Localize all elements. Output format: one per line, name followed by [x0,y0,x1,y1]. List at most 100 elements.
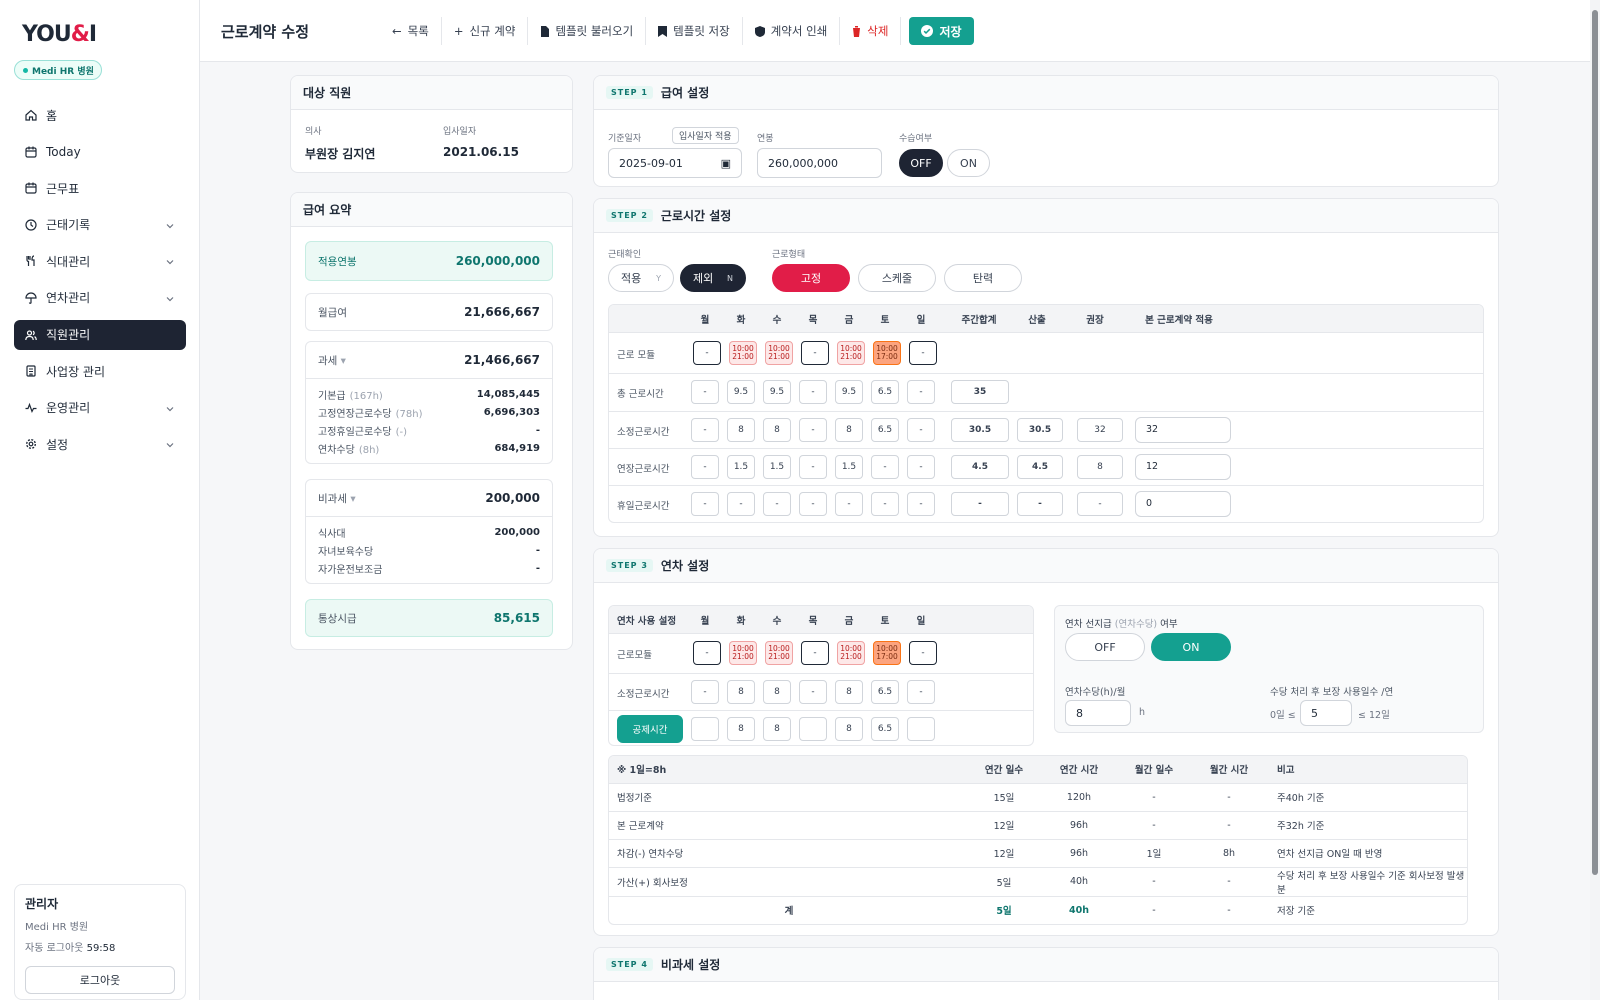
time-cell[interactable]: - [907,417,935,442]
time-cell[interactable]: - [799,454,827,479]
time-cell[interactable]: - [801,340,829,365]
leave-hours-input[interactable]: 8 [1065,700,1131,726]
work-type-fixed[interactable]: 고정 [772,264,850,292]
time-cell[interactable]: 9.5 [835,379,863,404]
time-cell[interactable]: 8 [727,716,755,741]
sidebar-item-5[interactable]: 연차관리 [14,283,186,313]
time-cell[interactable] [907,716,935,741]
time-cell[interactable]: - [907,379,935,404]
time-cell[interactable]: - [799,679,827,704]
time-cell[interactable]: 8 [727,679,755,704]
applied-hours-input[interactable]: 0 [1135,490,1231,517]
time-cell[interactable]: 10:00 21:00 [837,340,865,365]
time-cell[interactable]: - [799,379,827,404]
delete-button[interactable]: 삭제 [840,17,902,45]
time-cell[interactable]: 10:00 17:00 [873,641,901,665]
sidebar-item-7[interactable]: 사업장 관리 [14,356,186,386]
time-cell[interactable]: - [835,491,863,516]
time-cell[interactable]: 1.5 [835,454,863,479]
time-cell[interactable]: 30.5 [951,417,1009,442]
time-cell[interactable] [799,716,827,741]
time-cell[interactable]: 8 [763,716,791,741]
time-cell[interactable]: - [691,417,719,442]
time-cell[interactable]: 32 [1077,417,1123,442]
work-type-flexible[interactable]: 탄력 [944,264,1022,292]
time-cell[interactable]: 6.5 [871,679,899,704]
sidebar-item-6[interactable]: 직원관리 [14,319,186,350]
time-cell[interactable]: - [693,340,721,365]
time-cell[interactable]: - [909,641,937,665]
time-cell[interactable]: - [1077,491,1123,516]
time-cell[interactable]: 6.5 [871,716,899,741]
app-logo[interactable]: YOU&I [22,22,97,47]
time-cell[interactable]: 4.5 [1017,454,1063,479]
time-cell[interactable]: 30.5 [1017,417,1063,442]
save-button[interactable]: 저장 [909,17,974,45]
time-cell[interactable]: 10:00 21:00 [729,340,757,365]
time-cell[interactable]: - [799,491,827,516]
time-cell[interactable]: - [907,491,935,516]
sidebar-item-8[interactable]: 운영관리 [14,393,186,423]
apply-hire-date-button[interactable]: 입사일자 적용 [672,127,739,144]
time-cell[interactable]: - [693,641,721,665]
sidebar-item-9[interactable]: 설정 [14,429,186,459]
time-cell[interactable]: 10:00 21:00 [729,641,757,665]
time-cell[interactable]: 9.5 [763,379,791,404]
time-cell[interactable]: 1.5 [727,454,755,479]
time-cell[interactable]: 8 [835,417,863,442]
time-cell[interactable]: - [801,641,829,665]
time-cell[interactable]: 8 [835,716,863,741]
time-cell[interactable]: 1.5 [763,454,791,479]
time-cell[interactable]: 10:00 17:00 [873,340,901,365]
work-type-schedule[interactable]: 스케줄 [858,264,936,292]
sidebar-item-2[interactable]: 근무표 [14,173,186,203]
time-cell[interactable]: - [871,454,899,479]
time-cell[interactable]: 10:00 21:00 [765,340,793,365]
time-cell[interactable]: - [691,679,719,704]
sidebar-item-3[interactable]: 근태기록 [14,210,186,240]
new-contract-button[interactable]: + 신규 계약 [442,17,529,45]
time-cell[interactable]: 6.5 [871,379,899,404]
time-cell[interactable]: 8 [1077,454,1123,479]
attendance-exclude-toggle[interactable]: 제외 N [680,264,746,292]
advance-off-toggle[interactable]: OFF [1065,633,1145,661]
time-cell[interactable]: 8 [763,417,791,442]
time-cell[interactable]: - [907,454,935,479]
time-cell[interactable]: - [763,491,791,516]
applied-hours-input[interactable]: 32 [1135,416,1231,443]
time-cell[interactable]: - [907,679,935,704]
advance-on-toggle[interactable]: ON [1151,633,1231,661]
time-cell[interactable]: 8 [835,679,863,704]
list-button[interactable]: ← 목록 [380,17,442,45]
time-cell[interactable]: 8 [727,417,755,442]
salary-input[interactable]: 260,000,000 [757,148,882,178]
sidebar-item-0[interactable]: 홈 [14,100,186,130]
time-cell[interactable]: 8 [763,679,791,704]
time-cell[interactable]: - [799,417,827,442]
applied-hours-input[interactable]: 12 [1135,453,1231,480]
time-cell[interactable]: - [727,491,755,516]
deduct-time-button[interactable]: 공제시간 [617,714,683,743]
attendance-apply-toggle[interactable]: 적용 Y [608,264,674,292]
time-cell[interactable]: - [691,454,719,479]
print-contract-button[interactable]: 계약서 인쇄 [743,17,841,45]
time-cell[interactable]: 4.5 [951,454,1009,479]
time-cell[interactable]: - [691,379,719,404]
time-cell[interactable]: 10:00 21:00 [765,641,793,665]
logout-button[interactable]: 로그아웃 [25,966,175,994]
time-cell[interactable]: 35 [951,379,1009,404]
save-template-button[interactable]: 템플릿 저장 [646,17,743,45]
load-template-button[interactable]: 템플릿 불러오기 [528,17,647,45]
time-cell[interactable]: 6.5 [871,417,899,442]
guarantee-days-input[interactable]: 5 [1300,700,1352,726]
time-cell[interactable]: - [909,340,937,365]
time-cell[interactable]: - [1017,491,1063,516]
time-cell[interactable]: - [951,491,1009,516]
sidebar-item-1[interactable]: Today [14,137,186,167]
time-cell[interactable]: - [871,491,899,516]
probation-off-toggle[interactable]: OFF [899,149,943,177]
time-cell[interactable]: 9.5 [727,379,755,404]
probation-on-toggle[interactable]: ON [947,149,990,177]
time-cell[interactable] [691,716,719,741]
page-scrollbar[interactable] [1590,0,1600,1000]
